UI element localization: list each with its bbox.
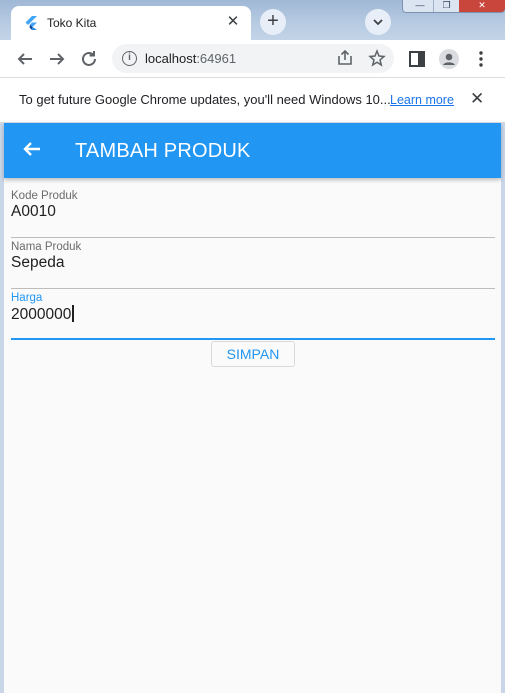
side-panel-icon[interactable] (405, 47, 429, 71)
field-label: Nama Produk (11, 241, 82, 253)
more-menu-icon[interactable] (469, 47, 493, 71)
profile-avatar-icon[interactable] (437, 47, 461, 71)
minimize-button[interactable]: — (407, 0, 433, 12)
field-underline (11, 236, 495, 238)
window-frame-right (501, 123, 505, 693)
nama-produk-field[interactable]: Nama Produk Sepeda (11, 241, 495, 289)
window-controls: — ❐ ✕ (402, 0, 505, 13)
address-bar[interactable]: i localhost:64961 (112, 44, 394, 73)
harga-input[interactable]: 2000000 (11, 305, 74, 324)
tab-title: Toko Kita (47, 16, 97, 30)
site-info-icon[interactable]: i (122, 51, 137, 66)
text-caret (72, 305, 74, 322)
back-arrow-icon[interactable] (13, 47, 37, 71)
update-infobar: To get future Google Chrome updates, you… (0, 77, 505, 123)
field-underline (11, 338, 495, 340)
harga-value: 2000000 (11, 306, 72, 323)
kode-produk-field[interactable]: Kode Produk A0010 (11, 190, 495, 238)
close-icon[interactable]: ✕ (225, 14, 241, 30)
flutter-logo-icon (25, 16, 37, 30)
browser-tab[interactable]: Toko Kita ✕ (11, 6, 251, 40)
nama-produk-input[interactable]: Sepeda (11, 254, 64, 272)
infobar-message: To get future Google Chrome updates, you… (19, 92, 391, 107)
field-underline (11, 287, 495, 289)
forward-arrow-icon[interactable] (45, 47, 69, 71)
maximize-button[interactable]: ❐ (433, 0, 459, 12)
bookmark-star-icon[interactable] (368, 46, 386, 70)
kode-produk-input[interactable]: A0010 (11, 203, 56, 221)
new-tab-button[interactable]: + (260, 9, 286, 35)
url-text: localhost:64961 (145, 51, 237, 66)
tab-search-button[interactable] (365, 9, 391, 35)
chevron-down-icon (373, 19, 383, 26)
close-window-button[interactable]: ✕ (459, 0, 505, 12)
window-frame-left (0, 123, 4, 693)
harga-field[interactable]: Harga 2000000 (11, 292, 495, 340)
browser-toolbar: i localhost:64961 (0, 40, 505, 77)
browser-tab-strip: Toko Kita ✕ + — ❐ ✕ (0, 0, 505, 40)
page-title: TAMBAH PRODUK (75, 140, 251, 162)
reload-icon[interactable] (77, 47, 101, 71)
app-bar: TAMBAH PRODUK (4, 123, 501, 178)
share-icon[interactable] (336, 46, 354, 70)
close-icon[interactable]: ✕ (470, 89, 484, 109)
field-label: Kode Produk (11, 190, 78, 202)
field-label: Harga (11, 292, 43, 304)
simpan-button[interactable]: SIMPAN (211, 341, 295, 367)
learn-more-link[interactable]: Learn more (390, 93, 454, 107)
arrow-back-icon[interactable] (20, 137, 44, 161)
